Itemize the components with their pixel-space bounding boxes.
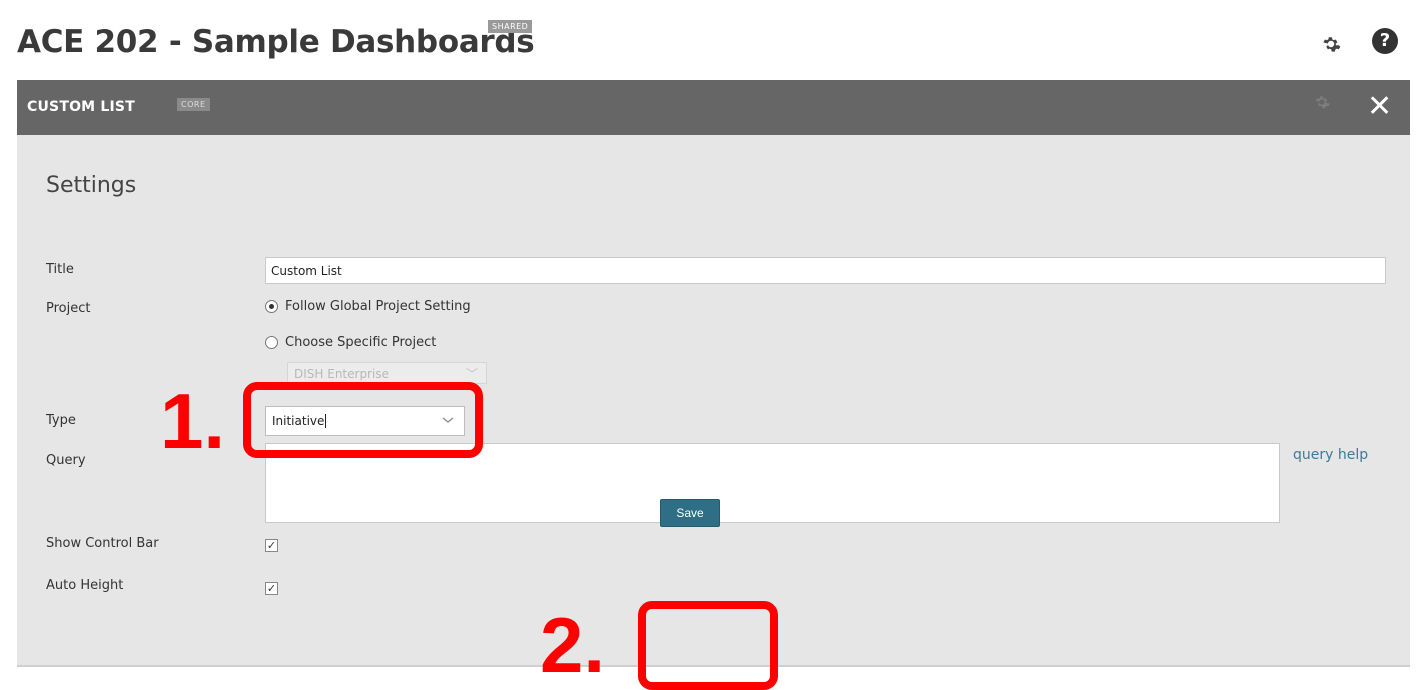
panel-header-bar: CUSTOM LIST CORE ✕	[17, 80, 1410, 135]
chevron-down-icon: ﹀	[465, 367, 478, 381]
project-select-value: DISH Enterprise	[294, 367, 389, 381]
title-label: Title	[46, 262, 74, 277]
dashboard-header: ACE 202 - Sample Dashboards SHARED ?	[0, 0, 1427, 80]
gear-icon[interactable]	[1320, 33, 1342, 55]
annotation-step-1: 1.	[160, 377, 226, 465]
core-badge: CORE	[177, 98, 210, 111]
panel-gear-icon[interactable]	[1313, 93, 1331, 111]
radio-label: Follow Global Project Setting	[285, 299, 471, 314]
radio-button[interactable]	[265, 336, 278, 349]
help-icon[interactable]: ?	[1372, 28, 1398, 54]
settings-heading: Settings	[46, 173, 137, 198]
type-label: Type	[46, 413, 76, 428]
radio-choose-specific-project[interactable]: Choose Specific Project	[265, 335, 436, 350]
radio-label: Choose Specific Project	[285, 335, 437, 350]
save-button[interactable]: Save	[660, 499, 720, 527]
dashboard-title: ACE 202 - Sample Dashboards	[17, 24, 535, 60]
project-label: Project	[46, 301, 91, 316]
query-help-link[interactable]: query help	[1293, 447, 1368, 463]
annotation-step-2: 2.	[540, 601, 606, 689]
show-control-bar-checkbox[interactable]: ✓	[265, 539, 278, 552]
annotation-box-save	[638, 601, 778, 690]
settings-panel: Settings Title Custom List Project Follo…	[17, 135, 1410, 667]
auto-height-label: Auto Height	[46, 578, 124, 593]
radio-follow-global-project[interactable]: Follow Global Project Setting	[265, 299, 471, 314]
shared-badge: SHARED	[488, 20, 533, 33]
close-icon[interactable]: ✕	[1367, 90, 1392, 124]
query-label: Query	[46, 453, 86, 468]
show-control-bar-label: Show Control Bar	[46, 536, 159, 551]
radio-button-selected[interactable]	[265, 300, 278, 313]
annotation-box-type	[243, 382, 483, 458]
project-select-disabled: DISH Enterprise ﹀	[287, 362, 487, 384]
title-input[interactable]: Custom List	[265, 257, 1386, 284]
auto-height-checkbox[interactable]: ✓	[265, 582, 278, 595]
panel-title: CUSTOM LIST	[27, 99, 135, 115]
